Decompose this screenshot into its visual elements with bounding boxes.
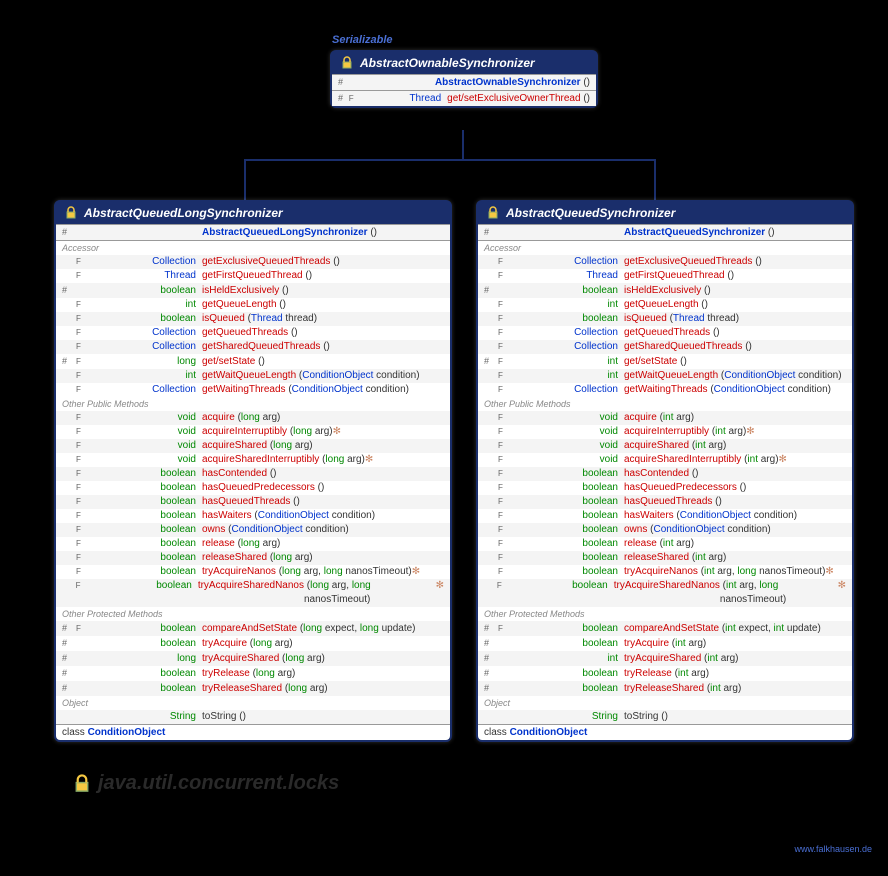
section-object: Object xyxy=(478,696,852,710)
method-row: #FbooleancompareAndSetState (int expect,… xyxy=(478,621,852,636)
method-row: FbooleantryAcquireSharedNanos (long arg,… xyxy=(56,579,450,607)
method-row: Fbooleanowns (ConditionObject condition) xyxy=(56,523,450,537)
method-row: FintgetQueueLength () xyxy=(56,298,450,312)
method-row: FCollectiongetSharedQueuedThreads () xyxy=(478,340,852,354)
method-row: FbooleanhasWaiters (ConditionObject cond… xyxy=(56,509,450,523)
section-object: Object xyxy=(56,696,450,710)
inner-class: class ConditionObject xyxy=(56,724,450,740)
method-row: FbooleanhasQueuedThreads () xyxy=(478,495,852,509)
method-row: #booleantryReleaseShared (long arg) xyxy=(56,681,450,696)
parent-rows: #FThreadget/setExclusiveOwnerThread () xyxy=(332,90,596,106)
constructor: AbstractQueuedLongSynchronizer xyxy=(202,226,368,240)
method-row: FCollectiongetQueuedThreads () xyxy=(56,326,450,340)
constructor: AbstractOwnableSynchronizer xyxy=(435,76,581,90)
method-row: FbooleantryAcquireSharedNanos (int arg, … xyxy=(478,579,852,607)
method-row: #booleantryReleaseShared (int arg) xyxy=(478,681,852,696)
lock-icon xyxy=(486,206,500,220)
method-row: FintgetQueueLength () xyxy=(478,298,852,312)
method-row: FCollectiongetExclusiveQueuedThreads () xyxy=(478,255,852,269)
section-protected: Other Protected Methods xyxy=(56,607,450,621)
method-row: FbooleanisQueued (Thread thread) xyxy=(56,312,450,326)
section-accessor: Accessor xyxy=(56,241,450,255)
method-row: #inttryAcquireShared (int arg) xyxy=(478,651,852,666)
class-abstract-queued-synchronizer: AbstractQueuedSynchronizer #AbstractQueu… xyxy=(476,200,854,742)
method-row: #FbooleancompareAndSetState (long expect… xyxy=(56,621,450,636)
method-row: FThreadgetFirstQueuedThread () xyxy=(478,269,852,283)
method-row: #booleanisHeldExclusively () xyxy=(56,283,450,298)
lock-icon xyxy=(340,56,354,70)
method-row: #Flongget/setState () xyxy=(56,354,450,369)
method-row: FvoidacquireInterruptibly (long arg) ✻ xyxy=(56,425,450,439)
method-row: #booleantryRelease (long arg) xyxy=(56,666,450,681)
method-row: FvoidacquireSharedInterruptibly (int arg… xyxy=(478,453,852,467)
class-abstract-ownable-synchronizer: AbstractOwnableSynchronizer #AbstractOwn… xyxy=(330,50,598,108)
method-row: FbooleanhasContended () xyxy=(478,467,852,481)
inner-class: class ConditionObject xyxy=(478,724,852,740)
method-row: FvoidacquireShared (int arg) xyxy=(478,439,852,453)
class-abstract-queued-long-synchronizer: AbstractQueuedLongSynchronizer #Abstract… xyxy=(54,200,452,742)
method-row: FCollectiongetWaitingThreads (ConditionO… xyxy=(56,383,450,397)
method-row: FbooleanisQueued (Thread thread) xyxy=(478,312,852,326)
method-row: FbooleanhasWaiters (ConditionObject cond… xyxy=(478,509,852,523)
method-row: StringtoString () xyxy=(56,710,450,724)
method-row: Fbooleanrelease (int arg) xyxy=(478,537,852,551)
method-row: FvoidacquireSharedInterruptibly (long ar… xyxy=(56,453,450,467)
lock-icon xyxy=(64,206,78,220)
method-row: #Fintget/setState () xyxy=(478,354,852,369)
footer-link[interactable]: www.falkhausen.de xyxy=(794,844,872,854)
method-row: FCollectiongetWaitingThreads (ConditionO… xyxy=(478,383,852,397)
method-row: FbooleanhasQueuedPredecessors () xyxy=(56,481,450,495)
method-row: FintgetWaitQueueLength (ConditionObject … xyxy=(56,369,450,383)
method-row: #booleanisHeldExclusively () xyxy=(478,283,852,298)
lock-icon xyxy=(72,774,92,794)
class-name: AbstractQueuedLongSynchronizer xyxy=(84,206,283,220)
package-title: java.util.concurrent.locks xyxy=(72,772,339,795)
class-name: AbstractOwnableSynchronizer xyxy=(360,56,535,70)
method-row: FbooleanreleaseShared (int arg) xyxy=(478,551,852,565)
method-row: #booleantryAcquire (int arg) xyxy=(478,636,852,651)
class-header: AbstractOwnableSynchronizer xyxy=(332,52,596,74)
section-public: Other Public Methods xyxy=(478,397,852,411)
section-public: Other Public Methods xyxy=(56,397,450,411)
method-row: FvoidacquireShared (long arg) xyxy=(56,439,450,453)
method-row: #booleantryAcquire (long arg) xyxy=(56,636,450,651)
method-row: FThreadgetFirstQueuedThread () xyxy=(56,269,450,283)
class-header: AbstractQueuedLongSynchronizer xyxy=(56,202,450,224)
interface-label: Serializable xyxy=(332,34,393,46)
method-row: FvoidacquireInterruptibly (int arg) ✻ xyxy=(478,425,852,439)
method-row: Fbooleanrelease (long arg) xyxy=(56,537,450,551)
method-row: FbooleanreleaseShared (long arg) xyxy=(56,551,450,565)
method-row: Fbooleanowns (ConditionObject condition) xyxy=(478,523,852,537)
diagram-root: Serializable AbstractOwnableSynchronizer… xyxy=(0,0,888,876)
method-row: #booleantryRelease (int arg) xyxy=(478,666,852,681)
method-row: StringtoString () xyxy=(478,710,852,724)
constructor: AbstractQueuedSynchronizer xyxy=(624,226,765,240)
method-row: FintgetWaitQueueLength (ConditionObject … xyxy=(478,369,852,383)
class-name: AbstractQueuedSynchronizer xyxy=(506,206,675,220)
method-row: FCollectiongetQueuedThreads () xyxy=(478,326,852,340)
section-accessor: Accessor xyxy=(478,241,852,255)
method-row: FbooleanhasQueuedPredecessors () xyxy=(478,481,852,495)
method-row: #FThreadget/setExclusiveOwnerThread () xyxy=(332,91,596,106)
method-row: FbooleanhasQueuedThreads () xyxy=(56,495,450,509)
method-row: FCollectiongetExclusiveQueuedThreads () xyxy=(56,255,450,269)
method-row: #longtryAcquireShared (long arg) xyxy=(56,651,450,666)
class-header: AbstractQueuedSynchronizer xyxy=(478,202,852,224)
method-row: FbooleantryAcquireNanos (int arg, long n… xyxy=(478,565,852,579)
method-row: FbooleantryAcquireNanos (long arg, long … xyxy=(56,565,450,579)
method-row: Fvoidacquire (long arg) xyxy=(56,411,450,425)
method-row: Fvoidacquire (int arg) xyxy=(478,411,852,425)
section-protected: Other Protected Methods xyxy=(478,607,852,621)
method-row: FbooleanhasContended () xyxy=(56,467,450,481)
method-row: FCollectiongetSharedQueuedThreads () xyxy=(56,340,450,354)
